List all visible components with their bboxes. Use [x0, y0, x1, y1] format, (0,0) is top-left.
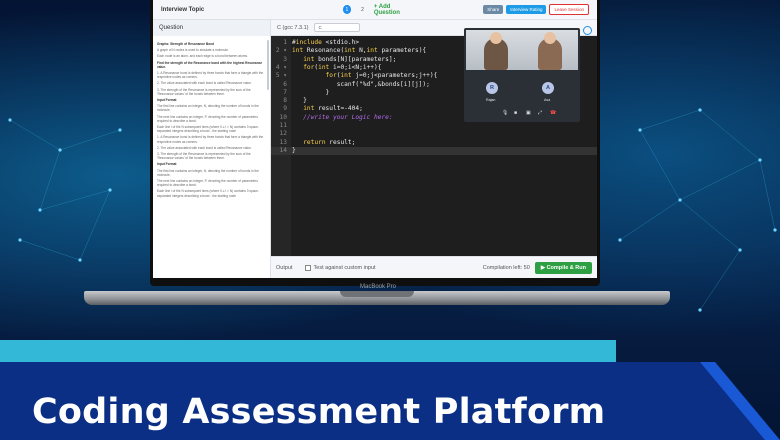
code-text: }: [292, 88, 330, 96]
code-text: //write your Logic here:: [292, 113, 393, 121]
add-question-button[interactable]: + Add Question: [374, 4, 416, 16]
line-number: 13: [279, 138, 287, 146]
code-text: return result;: [303, 138, 356, 146]
question-paragraph: The first line contains an integer, N, d…: [157, 104, 259, 113]
question-paragraph: Input Format: [157, 162, 177, 167]
question-paragraph: A graph of N nodes is used to simulate a…: [157, 48, 229, 53]
line-number: 2 ▾: [275, 47, 287, 55]
question-paragraph: The next line contains an integer, P, de…: [157, 179, 258, 188]
question-tab-2[interactable]: 2: [358, 5, 367, 14]
bottom-bar: Output Test against custom input Compila…: [271, 256, 597, 278]
device-label: MacBook Pro: [359, 284, 396, 290]
line-number: 12: [279, 130, 287, 138]
custom-input-checkbox[interactable]: [304, 264, 311, 271]
question-tab-1[interactable]: 1: [342, 5, 352, 14]
line-number: 1: [283, 39, 287, 46]
line-number: 8: [283, 97, 287, 105]
interview-topic: Interview Topic: [161, 6, 205, 13]
line-number: 14: [279, 146, 287, 154]
question-paragraph: Find the strength of the Resonance bond …: [157, 60, 263, 69]
line-number: 10: [279, 113, 287, 121]
code-line[interactable]: 11: [271, 122, 597, 130]
line-number: 5 ▾: [275, 72, 287, 80]
compile-run-button[interactable]: ▶ Compile & Run: [534, 261, 592, 274]
interview-rating-button[interactable]: Interview Rating: [506, 5, 547, 14]
share-button[interactable]: Share: [483, 5, 504, 14]
language-label: C (gcc 7.3.1): [277, 24, 309, 31]
question-paragraph: Each line i of the N subsequent lines (w…: [157, 125, 259, 134]
line-number: 6: [283, 80, 287, 88]
question-paragraph: 1. A Resonance bond is defined by three …: [157, 135, 264, 144]
settings-gear-icon[interactable]: [583, 26, 592, 35]
question-scrollbar[interactable]: [267, 40, 269, 90]
code-line[interactable]: 14}: [271, 146, 597, 155]
banner-title: Coding Assessment Platform: [32, 392, 606, 432]
language-select[interactable]: C: [314, 23, 361, 32]
share-screen-icon[interactable]: ▣: [526, 110, 531, 116]
video-feed: [466, 30, 578, 70]
end-call-icon[interactable]: ☎: [550, 110, 556, 116]
code-text: scanf("%d",&bonds[i][j]);: [292, 80, 430, 88]
app-top-bar: Interview Topic 1 2 + Add Question Share…: [153, 0, 597, 20]
question-paragraph: 3. The strength of the Resonance is repr…: [157, 152, 251, 161]
question-paragraph: Input Format: [157, 98, 177, 103]
code-text: int Resonance(int N,int parameters){: [292, 47, 427, 55]
question-paragraph: Each line i of the N subsequent lines (w…: [157, 189, 259, 198]
question-panel: Question Graphs: Strength of Resonance B…: [153, 20, 271, 278]
question-body: Graphs: Strength of Resonance Bond A gra…: [153, 36, 270, 202]
question-title: Graphs: Strength of Resonance Bond: [157, 42, 215, 46]
code-text: }: [292, 97, 307, 105]
output-tab[interactable]: Output: [276, 265, 293, 271]
code-line[interactable]: 12: [271, 130, 597, 138]
laptop-display: Interview Topic 1 2 + Add Question Share…: [153, 0, 597, 278]
question-paragraph: 3. The strength of the Resonance is repr…: [157, 87, 251, 96]
banner-stripe: [0, 340, 616, 362]
line-number: 11: [279, 122, 287, 129]
line-number: 4 ▾: [275, 63, 287, 71]
leave-session-button[interactable]: Leave Session: [549, 4, 589, 15]
mic-icon[interactable]: 🎙: [502, 110, 508, 116]
question-paragraph: Each node is an atom, and each edge is a…: [157, 54, 248, 59]
code-line[interactable]: 13 return result;: [271, 139, 597, 147]
participant-avatar-a: A: [542, 82, 554, 94]
question-paragraph: The first line contains an integer, N, d…: [157, 168, 259, 177]
question-header: Question: [153, 20, 270, 36]
question-paragraph: 2. The value associated with each bond i…: [157, 81, 252, 86]
laptop-notch: [340, 291, 414, 297]
line-number: 9: [283, 105, 287, 113]
code-text: }: [292, 146, 296, 154]
code-text: for(int j=0;j<parameters;j++){: [325, 72, 438, 80]
compilation-left: Compilation left: 50: [482, 264, 530, 271]
question-paragraph: 2. The value associated with each bond i…: [157, 145, 252, 150]
participant-name-r: Rajan: [486, 98, 496, 102]
video-call-panel: R Rajan A Asa 🎙 ■ ▣ ⤢ ☎: [464, 28, 580, 122]
participant-name-a: Asa: [544, 98, 551, 102]
fullscreen-icon[interactable]: ⤢: [538, 110, 542, 116]
custom-input-label: Test against custom input: [313, 264, 376, 271]
participant-video-female: [538, 32, 562, 70]
question-paragraph: 1. A Resonance bond is defined by three …: [157, 71, 264, 80]
line-number: 7: [283, 88, 287, 96]
code-text: for(int i=0;i<N;i++){: [303, 63, 382, 71]
code-text: #include <stdio.h>: [292, 39, 360, 46]
question-paragraph: The next line contains an integer, P, de…: [157, 114, 258, 123]
camera-icon[interactable]: ■: [514, 110, 517, 116]
code-text: int result=-404;: [303, 105, 363, 113]
line-number: 3: [283, 55, 287, 63]
participant-video-male: [484, 32, 508, 70]
participant-avatar-r: R: [486, 82, 498, 94]
code-text: int bonds[N][parameters];: [303, 55, 397, 63]
